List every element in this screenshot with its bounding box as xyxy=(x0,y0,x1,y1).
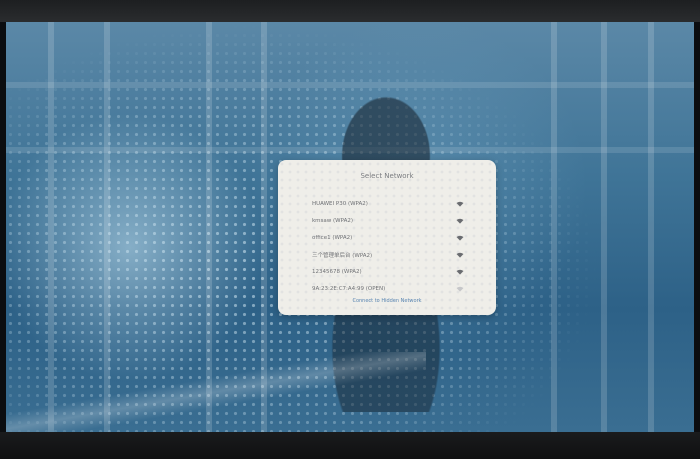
wifi-icon xyxy=(456,286,464,292)
network-name: 三个管理单后台 (WPA2) xyxy=(312,252,373,259)
wifi-icon xyxy=(456,252,464,258)
monitor-bezel-bottom xyxy=(0,432,700,459)
dialog-title: Select Network xyxy=(360,172,414,180)
select-network-dialog: Select Network HUAWEI P30 (WPA2) kmsaw (… xyxy=(278,160,496,315)
network-item[interactable]: kmsaw (WPA2) xyxy=(312,212,464,229)
network-name: kmsaw (WPA2) xyxy=(312,217,353,224)
network-name: HUAWEI P30 (WPA2) xyxy=(312,200,368,207)
network-name: 12345678 (WPA2) xyxy=(312,268,362,275)
network-item[interactable]: office1 (WPA2) xyxy=(312,229,464,246)
network-item[interactable]: 12345678 (WPA2) xyxy=(312,263,464,280)
network-name: office1 (WPA2) xyxy=(312,234,353,241)
network-name: 9A:23:2E:C7:A4:99 (OPEN) xyxy=(312,285,386,292)
wifi-icon xyxy=(456,269,464,275)
glare xyxy=(6,352,426,432)
network-item[interactable]: 9A:23:2E:C7:A4:99 (OPEN) xyxy=(312,280,464,297)
wifi-icon xyxy=(456,235,464,241)
network-item[interactable]: 三个管理单后台 (WPA2) xyxy=(312,246,464,263)
network-item[interactable]: HUAWEI P30 (WPA2) xyxy=(312,195,464,212)
monitor-bezel-top xyxy=(0,0,700,22)
wifi-icon xyxy=(456,201,464,207)
hidden-network-link[interactable]: Connect to Hidden Network xyxy=(278,298,496,304)
network-list: HUAWEI P30 (WPA2) kmsaw (WPA2) office1 (… xyxy=(312,195,464,297)
wifi-icon xyxy=(456,218,464,224)
